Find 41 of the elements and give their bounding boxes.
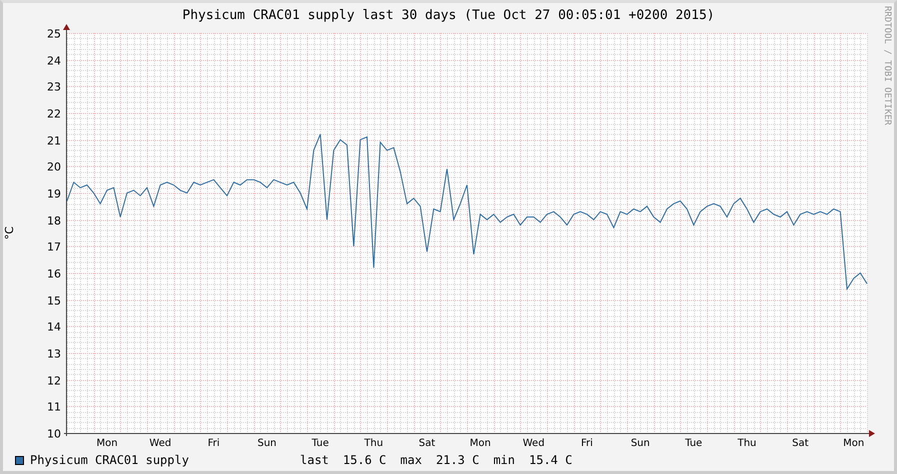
axis-label: Fri bbox=[208, 438, 220, 449]
axis-label: Mon bbox=[96, 438, 118, 449]
axis-label: 22 bbox=[47, 108, 61, 120]
axis-label: Sun bbox=[257, 438, 277, 449]
axis-label: 25 bbox=[47, 28, 61, 40]
axis-label: Wed bbox=[522, 438, 545, 449]
axis-label: 15 bbox=[47, 294, 61, 308]
stat-label: min bbox=[493, 452, 515, 469]
axis-label: 23 bbox=[47, 80, 61, 94]
axis-title: °C bbox=[3, 226, 16, 240]
stat-value: 15.6 C bbox=[342, 452, 386, 469]
axis-label: 12 bbox=[47, 374, 61, 388]
axis-label: 10 bbox=[47, 428, 61, 440]
axis-label: Sat bbox=[418, 438, 436, 449]
axis-label: Mon bbox=[843, 438, 864, 449]
axis-label: Wed bbox=[149, 438, 172, 449]
axis-label: 16 bbox=[47, 268, 61, 280]
axis-label: 14 bbox=[47, 320, 61, 334]
axis-label: Sat bbox=[792, 438, 809, 449]
axis-label: Tue bbox=[685, 438, 702, 449]
axis-label: 24 bbox=[47, 54, 61, 68]
axis-label: Fri bbox=[581, 438, 593, 449]
stat-value: 21.3 C bbox=[436, 452, 480, 469]
axis-label: 11 bbox=[47, 400, 61, 414]
stat-label: max bbox=[400, 452, 422, 469]
axis-label: Mon bbox=[470, 438, 491, 449]
axis-label: 17 bbox=[47, 240, 61, 254]
stat-label: last bbox=[300, 452, 329, 469]
stat-value: 15.4 C bbox=[529, 452, 572, 469]
axis-label: Sun bbox=[630, 438, 650, 449]
axis-label: Tue bbox=[312, 438, 329, 449]
credit-text: RRDTOOL / TOBI OETIKER bbox=[882, 6, 892, 126]
axis-label: 13 bbox=[47, 348, 61, 360]
axis-label: Thu bbox=[738, 438, 756, 449]
axis-label: 18 bbox=[47, 214, 61, 228]
legend-label: Physicum CRAC01 supply bbox=[30, 452, 190, 469]
axis-label: 19 bbox=[47, 188, 61, 200]
axis-label: 21 bbox=[47, 134, 61, 148]
chart-title: Physicum CRAC01 supply last 30 days (Tue Oct 27 00:05:01 +0200 2015) bbox=[182, 8, 715, 24]
axis-label: 20 bbox=[47, 160, 61, 174]
axis-label: Thu bbox=[364, 438, 384, 449]
